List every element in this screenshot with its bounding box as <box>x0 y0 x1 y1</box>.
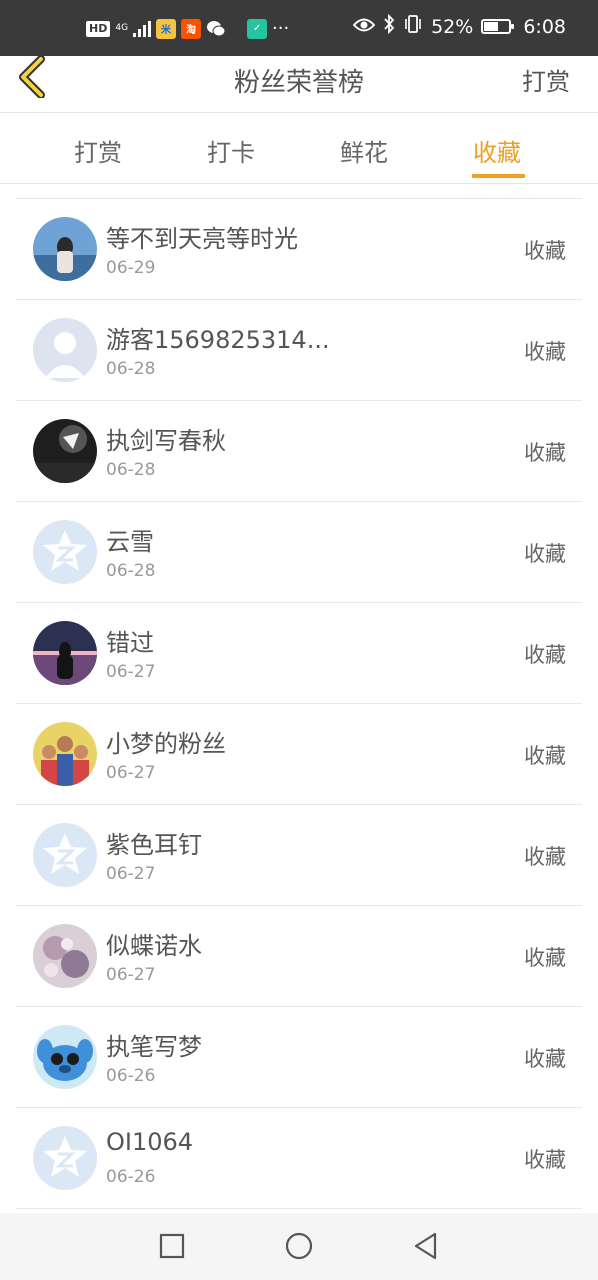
bluetooth-icon <box>383 13 395 39</box>
list-item[interactable]: 紫色耳钉 06-27 收藏 <box>16 805 582 906</box>
avatar[interactable] <box>33 621 97 685</box>
reward-button[interactable]: 打赏 <box>522 62 570 97</box>
list-item[interactable]: 云雪 06-28 收藏 <box>16 502 582 603</box>
tab-favorites[interactable]: 收藏 <box>473 133 521 168</box>
avatar[interactable] <box>33 217 97 281</box>
date: 06-26 <box>106 1167 156 1187</box>
list-item[interactable]: OI1064 06-26 收藏 <box>16 1108 582 1209</box>
date: 06-28 <box>106 561 156 581</box>
fan-list: 等不到天亮等时光 06-29 收藏 游客1569825314... 06-28 收藏 执剑写… <box>16 198 582 1209</box>
circle-icon <box>285 1232 313 1260</box>
triangle-back-icon <box>414 1232 437 1260</box>
date: 06-27 <box>106 965 156 985</box>
user-name: 似蝶诺水 <box>106 932 202 960</box>
user-name: 执笔写梦 <box>106 1033 202 1061</box>
tab-checkin[interactable]: 打卡 <box>207 133 255 168</box>
list-item[interactable]: 错过 06-27 收藏 <box>16 603 582 704</box>
tab-bar: 打赏 打卡 鲜花 收藏 <box>0 113 598 184</box>
status-bar: HD 4G 米 淘 ✓ ··· 52% 6:08 <box>0 0 598 56</box>
status-icons-right: 52% 6:08 <box>352 13 566 39</box>
action-label: 收藏 <box>524 744 566 768</box>
action-label: 收藏 <box>524 1047 566 1071</box>
avatar[interactable] <box>33 924 97 988</box>
page-title: 粉丝荣誉榜 <box>233 68 364 98</box>
user-name: OI1064 <box>106 1128 194 1156</box>
list-item[interactable]: 执笔写梦 06-26 收藏 <box>16 1007 582 1108</box>
taobao-icon: 淘 <box>181 18 202 39</box>
battery-fill <box>484 22 498 31</box>
user-name: 小梦的粉丝 <box>106 730 226 758</box>
eye-icon <box>352 16 376 38</box>
battery-percent: 52% <box>431 15 474 38</box>
action-label: 收藏 <box>524 340 566 364</box>
list-item[interactable]: 等不到天亮等时光 06-29 收藏 <box>16 199 582 300</box>
user-name: 等不到天亮等时光 <box>106 225 298 253</box>
avatar[interactable] <box>33 823 97 887</box>
date: 06-29 <box>106 258 156 278</box>
hd-badge: HD <box>86 20 111 37</box>
user-name: 执剑写春秋 <box>106 427 226 455</box>
clock: 6:08 <box>523 15 566 38</box>
date: 06-27 <box>106 864 156 884</box>
square-icon <box>159 1233 185 1259</box>
app-notification-icon: 米 <box>156 18 177 39</box>
more-notifications: ··· <box>272 18 290 39</box>
avatar[interactable] <box>33 520 97 584</box>
home-button[interactable] <box>284 1231 314 1261</box>
user-name: 紫色耳钉 <box>106 831 202 859</box>
tab-reward[interactable]: 打赏 <box>74 133 122 168</box>
date: 06-27 <box>106 763 156 783</box>
date: 06-28 <box>106 460 156 480</box>
system-navigation-bar <box>0 1213 598 1280</box>
avatar[interactable] <box>33 1126 97 1190</box>
avatar[interactable] <box>33 318 97 382</box>
list-item[interactable]: 执剑写春秋 06-28 收藏 <box>16 401 582 502</box>
avatar[interactable] <box>33 722 97 786</box>
app-header: 粉丝荣誉榜 打赏 <box>0 56 598 113</box>
network-type: 4G <box>115 23 129 33</box>
app-icon-green: ✓ <box>247 18 268 39</box>
avatar[interactable] <box>33 1025 97 1089</box>
signal-icon <box>133 20 152 37</box>
action-label: 收藏 <box>524 946 566 970</box>
action-label: 收藏 <box>524 845 566 869</box>
battery-icon <box>481 19 515 34</box>
action-label: 收藏 <box>524 1148 566 1172</box>
action-label: 收藏 <box>524 542 566 566</box>
user-name: 云雪 <box>106 528 154 556</box>
action-label: 收藏 <box>524 239 566 263</box>
vibrate-icon <box>403 15 423 38</box>
action-label: 收藏 <box>524 643 566 667</box>
date: 06-26 <box>106 1066 156 1086</box>
date: 06-27 <box>106 662 156 682</box>
list-item[interactable]: 游客1569825314... 06-28 收藏 <box>16 300 582 401</box>
tab-flowers[interactable]: 鲜花 <box>340 133 388 168</box>
back-nav-button[interactable] <box>411 1231 441 1261</box>
active-tab-indicator <box>472 174 525 178</box>
list-item[interactable]: 小梦的粉丝 06-27 收藏 <box>16 704 582 805</box>
status-icons-left: HD 4G 米 淘 ✓ ··· <box>86 18 289 39</box>
user-name: 游客1569825314... <box>106 326 330 354</box>
wechat-icon <box>206 19 226 39</box>
date: 06-28 <box>106 359 156 379</box>
action-label: 收藏 <box>524 441 566 465</box>
recent-apps-button[interactable] <box>157 1231 187 1261</box>
list-item[interactable]: 似蝶诺水 06-27 收藏 <box>16 906 582 1007</box>
user-name: 错过 <box>106 629 154 657</box>
avatar[interactable] <box>33 419 97 483</box>
